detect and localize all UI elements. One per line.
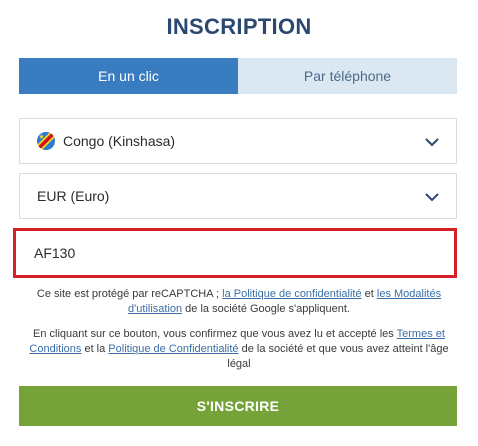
terms-text: de la société et que vous avez atteint l…	[227, 343, 449, 370]
country-select[interactable]: Congo (Kinshasa)	[19, 118, 457, 164]
register-button[interactable]: S'INSCRIRE	[19, 386, 457, 426]
recaptcha-text: Ce site est protégé par reCAPTCHA ;	[36, 288, 223, 300]
page-title: INSCRIPTION	[166, 14, 312, 39]
currency-select[interactable]: EUR (Euro)	[19, 173, 457, 219]
terms-text: En cliquant sur ce bouton, vous confirme…	[33, 328, 397, 340]
country-value: Congo (Kinshasa)	[63, 133, 176, 149]
privacy-policy-link[interactable]: la Politique de confidentialité	[222, 288, 361, 300]
registration-form: INSCRIPTION En un clic Par téléphone Con…	[0, 0, 478, 446]
chevron-down-icon	[425, 193, 439, 202]
privacy-policy-link[interactable]: Politique de Confidentialité	[108, 343, 238, 355]
recaptcha-text: de la société Google s'appliquent.	[182, 303, 350, 315]
promo-code-field	[13, 228, 457, 278]
recaptcha-text: et	[361, 288, 377, 300]
tab-one-click[interactable]: En un clic	[19, 58, 238, 94]
promo-code-input[interactable]	[32, 244, 436, 262]
recaptcha-notice: Ce site est protégé par reCAPTCHA ; la P…	[20, 287, 458, 317]
chevron-down-icon	[425, 138, 439, 147]
registration-tabs: En un clic Par téléphone	[19, 58, 457, 94]
drc-flag-icon	[37, 132, 55, 150]
terms-text: et la	[81, 343, 109, 355]
terms-notice: En cliquant sur ce bouton, vous confirme…	[20, 327, 458, 372]
tab-phone[interactable]: Par téléphone	[238, 58, 457, 94]
currency-value: EUR (Euro)	[37, 188, 110, 204]
